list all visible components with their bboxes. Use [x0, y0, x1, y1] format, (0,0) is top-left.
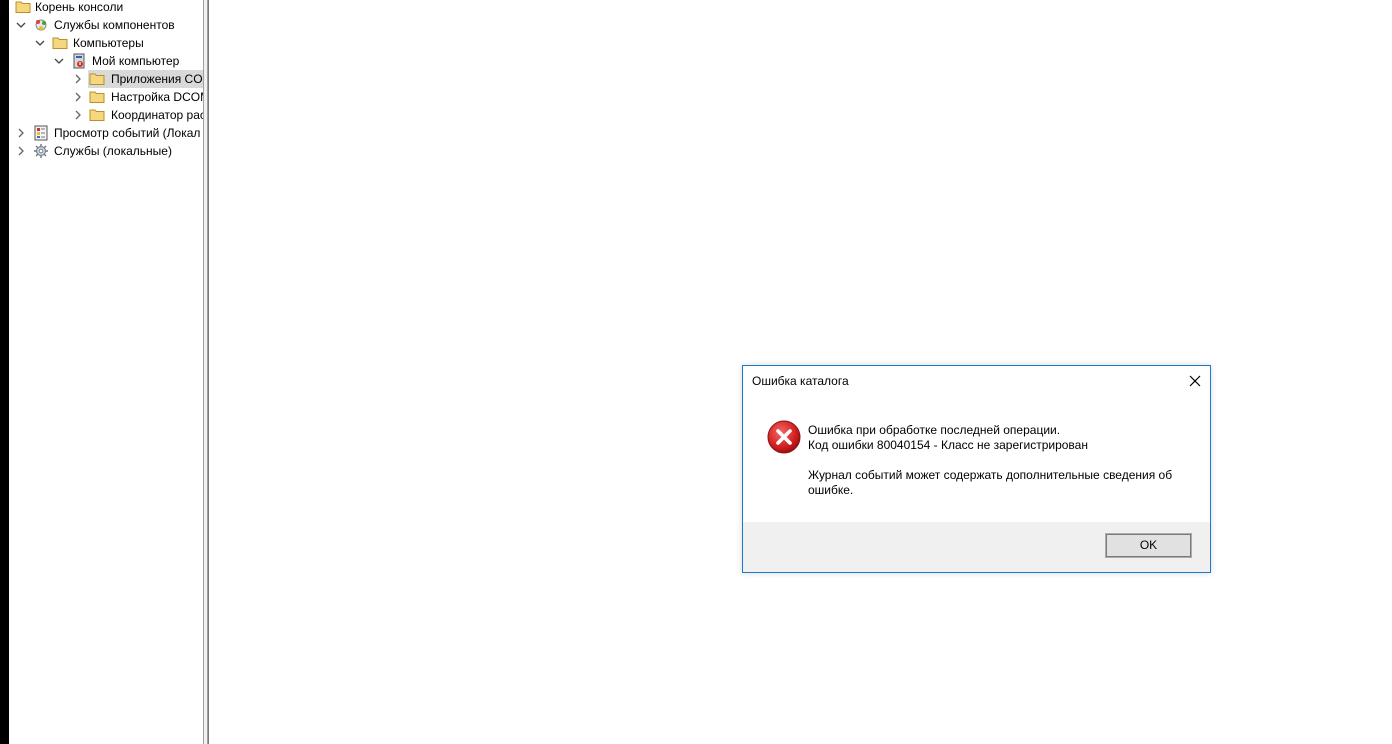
chevron-down-icon[interactable] — [34, 34, 46, 52]
tree-item-label: Службы (локальные) — [54, 144, 172, 158]
dialog-title: Ошибка каталога — [752, 374, 849, 388]
close-icon[interactable] — [1186, 372, 1204, 390]
chevron-right-icon[interactable] — [72, 88, 84, 106]
folder-icon — [15, 0, 31, 15]
tree-item-label: Службы компонентов — [54, 18, 175, 32]
event-log-hint-line: Журнал событий может содержать дополните… — [808, 468, 1173, 482]
dialog-footer: OK — [743, 522, 1210, 572]
chevron-right-icon[interactable] — [15, 124, 27, 142]
tree-item-com-applications[interactable]: Приложения CO — [9, 70, 203, 88]
chevron-right-icon[interactable] — [72, 70, 84, 88]
my-computer-icon — [71, 53, 87, 69]
error-dialog: Ошибка каталога Ошибка при обработке пос… — [742, 365, 1211, 573]
tree-item-label: Координатор рас — [111, 108, 203, 122]
error-message-line: Ошибка при обработке последней операции. — [808, 423, 1061, 437]
error-code-line: Код ошибки 80040154 - Класс не зарегистр… — [808, 438, 1088, 452]
window-edge — [0, 0, 9, 744]
tree-item-dcom-config[interactable]: Настройка DCOM — [9, 88, 203, 106]
tree-item-computers[interactable]: Компьютеры — [9, 34, 203, 52]
ok-button[interactable]: OK — [1105, 533, 1192, 558]
tree-item-label: Настройка DCOM — [111, 90, 203, 104]
tree-item-dtc-coordinator[interactable]: Координатор рас — [9, 106, 203, 124]
component-services-icon — [33, 17, 49, 33]
pane-divider — [208, 0, 209, 744]
tree-item-component-services[interactable]: Службы компонентов — [9, 16, 203, 34]
tree-item-services-local[interactable]: Службы (локальные) — [9, 142, 203, 160]
event-log-hint-line: ошибке. — [808, 483, 854, 497]
error-icon — [767, 420, 801, 454]
event-viewer-icon — [33, 125, 49, 141]
folder-icon — [89, 107, 105, 123]
tree-item-label: Приложения CO — [111, 72, 203, 86]
mmc-window: Корень консоли Службы компонентов Компью… — [0, 0, 1392, 744]
folder-icon — [89, 71, 105, 87]
folder-icon — [52, 35, 68, 51]
console-tree: Корень консоли Службы компонентов Компью… — [9, 0, 203, 744]
folder-icon — [89, 89, 105, 105]
tree-item-label: Компьютеры — [73, 36, 144, 50]
services-gear-icon — [33, 143, 49, 159]
tree-item-label: Мой компьютер — [92, 54, 180, 68]
tree-item-console-root[interactable]: Корень консоли — [9, 0, 203, 16]
tree-item-my-computer[interactable]: Мой компьютер — [9, 52, 203, 70]
tree-item-label: Корень консоли — [35, 0, 124, 14]
chevron-down-icon[interactable] — [53, 52, 65, 70]
chevron-right-icon[interactable] — [15, 142, 27, 160]
chevron-down-icon[interactable] — [15, 16, 27, 34]
tree-item-event-viewer[interactable]: Просмотр событий (Локал — [9, 124, 203, 142]
chevron-right-icon[interactable] — [72, 106, 84, 124]
tree-item-label: Просмотр событий (Локал — [54, 126, 201, 140]
